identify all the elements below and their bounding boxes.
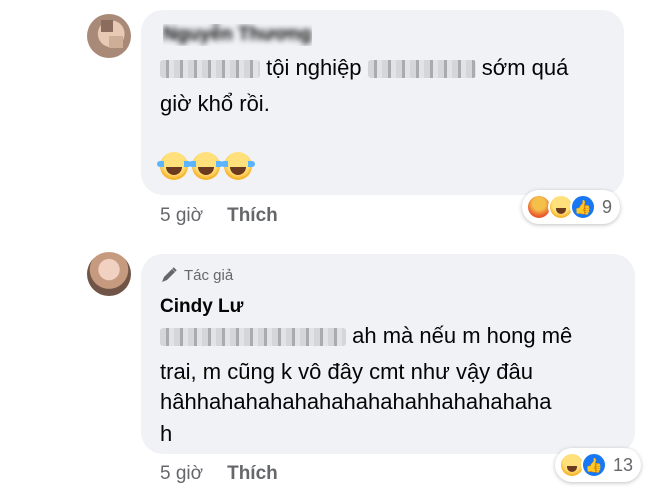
laughing-tears-emoji-icon	[221, 152, 255, 180]
comment-text: ah mà nếu m hong mê	[160, 318, 572, 354]
comment-text: tội nghiệp sớm quá	[160, 50, 568, 86]
reaction-count: 9	[602, 196, 613, 217]
emoji-row	[157, 152, 255, 180]
comment-meta: 5 giờ Thích	[160, 205, 278, 227]
author-badge: Tác giả	[160, 266, 233, 284]
reaction-count: 13	[613, 454, 634, 475]
redacted-text	[160, 328, 346, 347]
comment-text-line2: giờ khổ rồi.	[160, 91, 270, 116]
redacted-text	[160, 60, 260, 79]
redacted-text	[367, 60, 476, 79]
pencil-icon	[160, 266, 178, 284]
author-badge-label: Tác giả	[184, 266, 234, 284]
laughing-tears-emoji-icon	[189, 152, 223, 180]
timestamp[interactable]: 5 giờ	[160, 205, 203, 227]
like-button[interactable]: Thích	[227, 205, 278, 227]
like-icon: 👍	[570, 194, 596, 220]
comment-meta: 5 giờ Thích	[160, 463, 278, 485]
reaction-summary[interactable]: 👍 13	[555, 448, 642, 482]
like-icon: 👍	[581, 452, 607, 478]
comment-text-line4: h	[160, 421, 173, 446]
timestamp[interactable]: 5 giờ	[160, 463, 203, 485]
author-name[interactable]: Nguyễn Thương	[163, 24, 312, 46]
avatar[interactable]	[87, 252, 131, 296]
author-name[interactable]: Cindy Lư	[160, 296, 243, 318]
reaction-summary[interactable]: 👍 9	[522, 190, 621, 224]
avatar[interactable]	[87, 14, 131, 58]
like-button[interactable]: Thích	[227, 463, 278, 485]
laughing-tears-emoji-icon	[157, 152, 191, 180]
comment-text-line3: hâhhahahahahahahahahahhahahahaha	[160, 389, 552, 414]
